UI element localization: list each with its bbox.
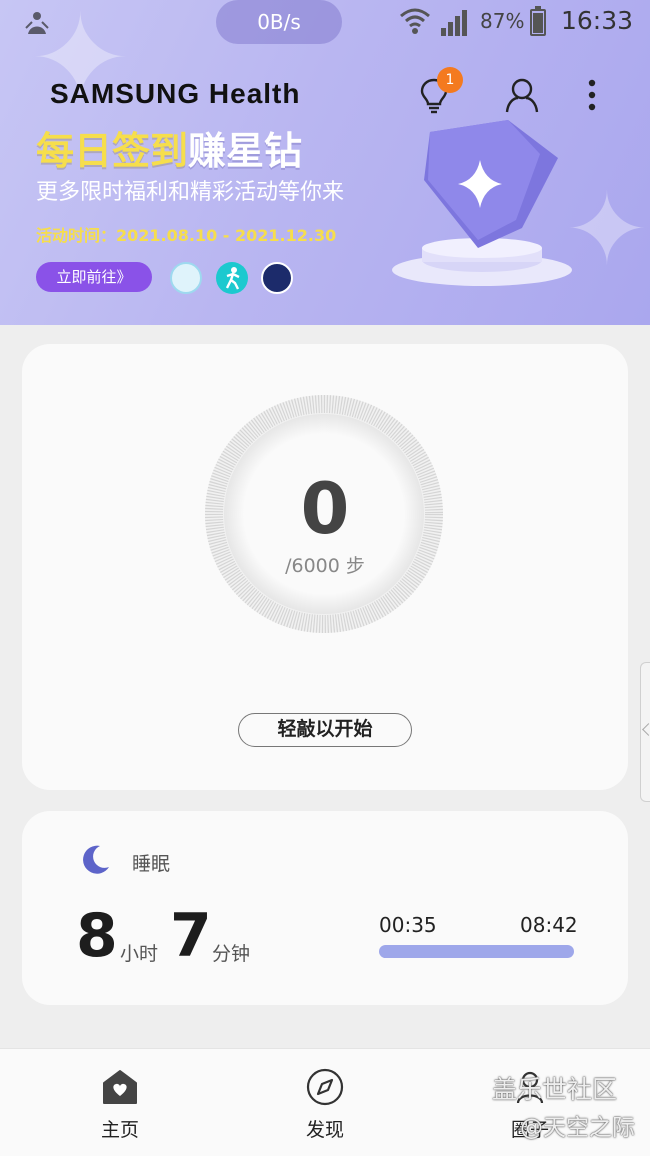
nav-home-label: 主页 — [100, 1119, 139, 1141]
running-icon — [216, 262, 248, 294]
steps-card[interactable]: 0 /6000 步 轻敲以开始 — [22, 344, 628, 790]
battery-percent: 87% — [480, 9, 525, 33]
app-brand: SAMSUNG Health — [50, 78, 301, 109]
promo-title-rest: 赚星钻 — [188, 129, 303, 173]
sleep-label: 睡眠 — [132, 853, 171, 875]
sleep-hours: 8 — [76, 901, 118, 971]
wifi-icon — [400, 8, 430, 34]
promo-title: 每日签到赚星钻 — [36, 120, 302, 175]
promo-period: 活动时间：2021.08.10 - 2021.12.30 — [36, 226, 337, 245]
moon-icon — [83, 845, 109, 874]
event-thumbnail-icon — [261, 262, 293, 294]
watermark-line2: @天空之际 — [520, 1115, 635, 1141]
notification-badge: 1 — [437, 67, 463, 93]
compass-icon — [306, 1068, 344, 1106]
home-icon — [103, 1070, 137, 1104]
nav-home[interactable]: 主页 — [60, 1049, 180, 1156]
watermark-line1: 盖乐世社区 — [492, 1075, 618, 1104]
signal-icon — [441, 10, 467, 36]
edge-panel-handle[interactable] — [640, 662, 650, 802]
battery-fill — [533, 13, 543, 33]
sleep-card[interactable]: 睡眠 8 小时 7 分钟 00:35 08:42 — [22, 811, 628, 1005]
more-options-icon[interactable] — [582, 78, 602, 112]
nav-discover-label: 发现 — [305, 1119, 344, 1141]
sleep-hours-unit: 小时 — [120, 943, 159, 965]
app-notification-icon — [25, 12, 49, 34]
promo-title-highlight: 每日签到 — [36, 129, 189, 173]
reward-thumbnail-icon — [170, 262, 202, 294]
go-now-button[interactable]: 立即前往》 — [36, 262, 152, 292]
tap-to-start-button[interactable]: 轻敲以开始 — [238, 713, 412, 747]
sleep-start-time: 00:35 — [379, 913, 437, 937]
sleep-minutes: 7 — [170, 901, 212, 971]
status-bar: 0B/s 87% 16:33 — [0, 0, 650, 46]
clock: 16:33 — [561, 6, 634, 35]
promo-banner[interactable]: ✦ ✦ 0B/s 87% 16:33 SAMSUNG Health 1 每日签到… — [0, 0, 650, 325]
nav-discover[interactable]: 发现 — [265, 1049, 385, 1156]
sleep-end-time: 08:42 — [520, 913, 578, 937]
profile-icon[interactable] — [504, 76, 540, 114]
promo-subtitle: 更多限时福利和精彩活动等你来 — [36, 180, 345, 205]
sleep-duration-bar — [379, 945, 574, 958]
steps-count: 0 — [300, 468, 350, 550]
network-speed: 0B/s — [216, 0, 342, 44]
sleep-minutes-unit: 分钟 — [212, 943, 251, 965]
battery-icon — [530, 6, 546, 36]
star-diamond-icon — [392, 120, 572, 286]
steps-goal: /6000 步 — [285, 555, 365, 577]
